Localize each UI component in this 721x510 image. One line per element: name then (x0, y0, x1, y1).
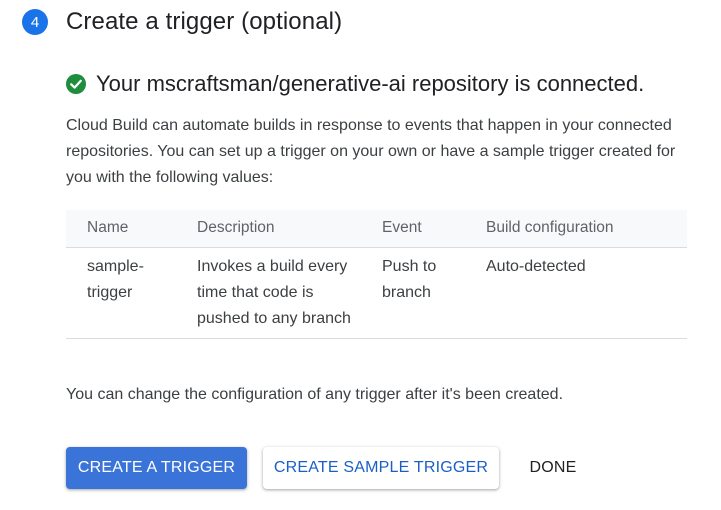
sample-trigger-table: Name Description Event Build configurati… (66, 210, 687, 339)
connection-status: Your mscraftsman/generative-ai repositor… (66, 71, 644, 97)
cell-description: Invokes a build every time that code is … (176, 247, 361, 339)
table-row: sample-trigger Invokes a build every tim… (66, 247, 687, 339)
cell-name: sample-trigger (66, 247, 176, 339)
intro-text: Cloud Build can automate builds in respo… (66, 117, 676, 186)
cell-build-configuration: Auto-detected (465, 247, 687, 339)
column-header-description: Description (176, 210, 361, 248)
cell-event: Push to branch (361, 247, 465, 339)
configuration-note: You can change the configuration of any … (66, 386, 564, 403)
column-header-event: Event (361, 210, 465, 248)
column-header-build-configuration: Build configuration (465, 210, 687, 248)
table-header-row: Name Description Event Build configurati… (66, 210, 687, 248)
done-button[interactable]: DONE (512, 447, 594, 489)
step-title: Create a trigger (optional) (66, 8, 343, 35)
step-header: 4 Create a trigger (optional) (22, 8, 342, 36)
connection-status-text: Your mscraftsman/generative-ai repositor… (96, 71, 645, 96)
create-sample-trigger-button[interactable]: CREATE SAMPLE TRIGGER (263, 447, 499, 489)
create-trigger-button[interactable]: CREATE A TRIGGER (66, 447, 247, 489)
column-header-name: Name (66, 210, 176, 248)
check-circle-icon (66, 74, 86, 94)
step-number-badge: 4 (22, 9, 48, 35)
